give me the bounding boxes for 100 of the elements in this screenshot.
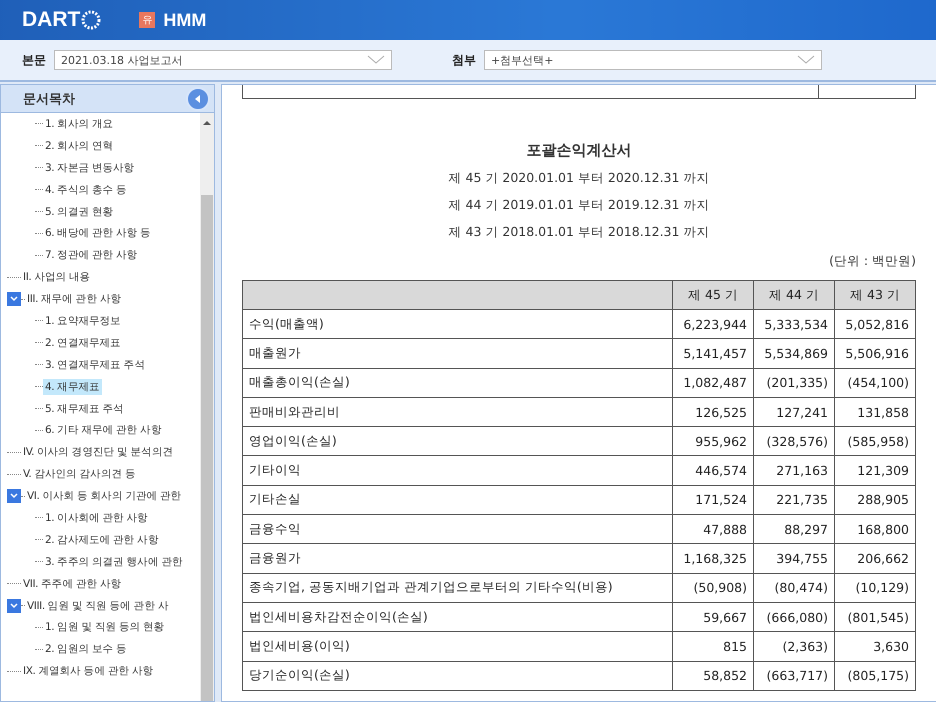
tree-item[interactable]: 1. 요약재무정보 bbox=[43, 312, 123, 329]
field-label: 첨부 bbox=[452, 52, 476, 68]
tree-item[interactable]: 2. 감사제도에 관한 사항 bbox=[43, 532, 160, 548]
table-cell: 121,309 bbox=[834, 456, 916, 486]
table-cell: 221,735 bbox=[754, 485, 834, 515]
table-cell: 394,755 bbox=[754, 544, 834, 574]
chevron-icon bbox=[10, 493, 18, 500]
unit-text: (단위 : 백만원) bbox=[829, 253, 916, 270]
collapse-button[interactable] bbox=[186, 86, 210, 110]
table-cell: (80,474) bbox=[754, 573, 834, 602]
period-text: 제 45 기 2020.01.01 부터 2020.12.31 까지 bbox=[448, 170, 710, 187]
market-badge: 유 bbox=[139, 12, 156, 28]
table-cell: (201,335) bbox=[754, 368, 834, 398]
period-text: 제 43 기 2018.01.01 부터 2018.12.31 까지 bbox=[448, 224, 710, 241]
table-cell: 58,852 bbox=[672, 661, 754, 690]
tree-item[interactable]: 4. 재무제표 bbox=[43, 378, 102, 395]
tree-item[interactable]: 2. 연결재무제표 bbox=[43, 334, 123, 351]
table-cell: (454,100) bbox=[834, 368, 916, 398]
collapse-toggle[interactable] bbox=[7, 292, 21, 306]
table-cell: 법인세비용(이익) bbox=[242, 632, 672, 662]
tree-item[interactable]: 1. 이사회에 관한 사항 bbox=[43, 510, 150, 526]
period-text: 제 44 기 2019.01.01 부터 2019.12.31 까지 bbox=[448, 197, 710, 214]
collapse-toggle[interactable] bbox=[7, 598, 21, 613]
table-cell: 446,574 bbox=[672, 456, 754, 486]
table-cell: (328,576) bbox=[754, 426, 834, 456]
chevron-icon bbox=[10, 296, 18, 302]
table-cell: (585,958) bbox=[834, 426, 916, 456]
tree-item[interactable]: VII. 주주에 관한 사항 bbox=[21, 576, 124, 592]
table-cell: 131,858 bbox=[834, 397, 916, 427]
table-cell: 5,052,816 bbox=[834, 310, 916, 339]
table-cell: (663,717) bbox=[754, 661, 834, 690]
table-cell: 1,168,325 bbox=[672, 544, 754, 574]
table-cell: 판매비와관리비 bbox=[242, 397, 672, 427]
table-cell: 59,667 bbox=[672, 602, 754, 632]
column-header: 제 43 기 bbox=[834, 280, 916, 310]
table-cell: 271,163 bbox=[754, 456, 834, 486]
table-cell: 206,662 bbox=[834, 544, 916, 574]
table-cell: 168,800 bbox=[834, 514, 916, 544]
table-cell: 47,888 bbox=[672, 514, 754, 544]
tree-item[interactable]: 4. 주식의 총수 등 bbox=[43, 182, 129, 198]
table-cell: 6,223,944 bbox=[672, 310, 754, 339]
table-cell: 5,333,534 bbox=[754, 310, 834, 339]
tree-item[interactable]: 6. 배당에 관한 사항 등 bbox=[43, 225, 153, 242]
tree-item[interactable]: VIII. 임원 및 직원 등에 관한 사 bbox=[25, 598, 170, 614]
tree-item[interactable]: 2. 회사의 연혁 bbox=[43, 138, 116, 154]
sunburst-icon bbox=[81, 10, 102, 30]
table-cell: 매출총이익(손실) bbox=[242, 368, 672, 398]
table-cell: 영업이익(손실) bbox=[242, 426, 672, 456]
tree-item[interactable]: II. 사업의 내용 bbox=[21, 269, 92, 286]
table-cell: 매출원가 bbox=[242, 338, 672, 368]
tree-item[interactable]: IX. 계열회사 등에 관한 사항 bbox=[21, 663, 156, 680]
table-cell: 금융원가 bbox=[242, 544, 672, 574]
tree-item[interactable]: 3. 주주의 의결권 행사에 관한 bbox=[43, 554, 185, 570]
table-cell: 1,082,487 bbox=[672, 368, 754, 398]
table-cell: 88,297 bbox=[754, 514, 834, 544]
tree-item[interactable]: 5. 의결권 현황 bbox=[43, 204, 116, 220]
table-cell: (805,175) bbox=[834, 661, 916, 690]
tree-item[interactable]: III. 재무에 관한 사항 bbox=[25, 291, 124, 308]
table-cell: (666,080) bbox=[754, 602, 834, 632]
column-header: 제 45 기 bbox=[672, 280, 754, 310]
tree-item[interactable]: IV. 이사의 경영진단 및 분석의견 bbox=[21, 444, 176, 460]
column-header: 제 44 기 bbox=[754, 280, 834, 310]
tree-item[interactable]: 1. 임원 및 직원 등의 현황 bbox=[43, 619, 166, 636]
chevron-down-icon bbox=[367, 55, 385, 65]
triangle-left-icon bbox=[195, 94, 201, 102]
tree-item[interactable]: VI. 이사회 등 회사의 기관에 관한 bbox=[25, 488, 184, 504]
table-cell: 127,241 bbox=[754, 397, 834, 427]
tree-item[interactable]: 3. 연결재무제표 주석 bbox=[43, 356, 147, 373]
table-cell: 126,525 bbox=[672, 397, 754, 427]
chevron-icon bbox=[10, 602, 18, 609]
table-cell: 금융수익 bbox=[242, 514, 672, 544]
table-cell: 기타이익 bbox=[242, 456, 672, 486]
field-label: 본문 bbox=[22, 52, 46, 68]
collapse-toggle[interactable] bbox=[7, 489, 21, 504]
table-cell: 종속기업, 공동지배기업과 관계기업으로부터의 기타수익(비용) bbox=[242, 573, 672, 602]
tree-item[interactable]: 1. 회사의 개요 bbox=[43, 116, 116, 132]
attachment-select[interactable]: +첨부선택+ bbox=[484, 50, 822, 70]
tree-item[interactable]: 7. 정관에 관한 사항 bbox=[43, 247, 140, 264]
table-cell: 288,905 bbox=[834, 485, 916, 515]
tree-item[interactable]: V. 감사인의 감사의견 등 bbox=[21, 466, 138, 482]
report-select[interactable]: 2021.03.18 사업보고서 bbox=[54, 50, 392, 70]
table-cell: (801,545) bbox=[834, 602, 916, 632]
logo: DART bbox=[22, 8, 102, 32]
table-cell: 955,962 bbox=[672, 426, 754, 456]
statement-title: 포괄손익계산서 bbox=[526, 141, 632, 160]
table-cell: 5,141,457 bbox=[672, 338, 754, 368]
tree-item[interactable]: 6. 기타 재무에 관한 사항 bbox=[43, 422, 164, 438]
table-cell: 3,630 bbox=[834, 632, 916, 662]
scrollbar[interactable] bbox=[200, 113, 214, 701]
sidebar-title: 문서목차 bbox=[23, 90, 75, 108]
table-cell: 815 bbox=[672, 632, 754, 662]
tree-item[interactable]: 2. 임원의 보수 등 bbox=[43, 641, 129, 658]
scroll-up-icon[interactable] bbox=[203, 119, 211, 125]
table-cell: (50,908) bbox=[672, 573, 754, 602]
table-cell: 기타손실 bbox=[242, 485, 672, 515]
tree-item[interactable]: 3. 자본금 변동사항 bbox=[43, 160, 136, 176]
tree-item[interactable]: 5. 재무제표 주석 bbox=[43, 400, 126, 417]
table-cell: 수익(매출액) bbox=[242, 310, 672, 339]
table-cell: 171,524 bbox=[672, 485, 754, 515]
table-cell: 당기순이익(손실) bbox=[242, 661, 672, 690]
